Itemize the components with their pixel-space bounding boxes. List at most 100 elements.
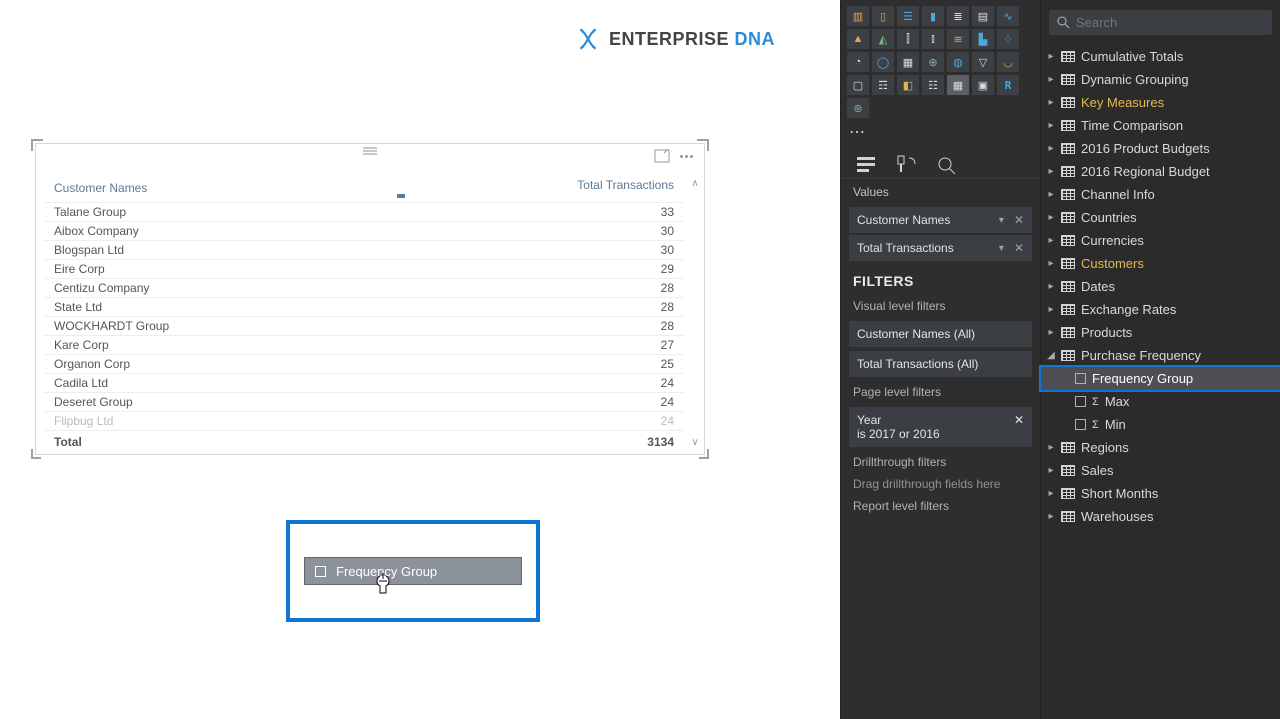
viz-pie-icon[interactable]: ◔ — [847, 52, 869, 72]
viz-stacked-column-icon[interactable]: ▯ — [872, 6, 894, 26]
viz-100-bar-icon[interactable]: ≣ — [947, 6, 969, 26]
table-item[interactable]: ◢Purchase Frequency — [1041, 344, 1280, 367]
focus-mode-icon[interactable] — [654, 149, 670, 163]
scrollbar[interactable]: ∧ ∨ — [688, 178, 702, 448]
table-row[interactable]: Kare Corp27 — [44, 336, 684, 355]
chevron-right-icon[interactable]: ▸ — [1047, 212, 1055, 223]
viz-scatter-icon[interactable]: ⁘ — [997, 29, 1019, 49]
viz-arcgis-icon[interactable]: ⊛ — [847, 98, 869, 118]
viz-gauge-icon[interactable]: ◡ — [997, 52, 1019, 72]
format-tab-icon[interactable] — [895, 154, 917, 174]
column-header[interactable]: Total Transactions — [387, 174, 684, 203]
chevron-right-icon[interactable]: ▸ — [1047, 235, 1055, 246]
column-header[interactable]: Customer Names — [44, 174, 387, 203]
drag-handle-icon[interactable] — [363, 147, 377, 155]
chevron-right-icon[interactable]: ▸ — [1047, 465, 1055, 476]
drillthrough-placeholder[interactable]: Drag drillthrough fields here — [841, 473, 1040, 495]
table-item[interactable]: ▸Dates — [1041, 275, 1280, 298]
viz-line-icon[interactable]: ∿ — [997, 6, 1019, 26]
table-row[interactable]: State Ltd28 — [44, 298, 684, 317]
viz-more-icon[interactable]: ⋯ — [841, 118, 1040, 146]
table-item[interactable]: ▸Regions — [1041, 436, 1280, 459]
table-row[interactable]: Cadila Ltd24 — [44, 374, 684, 393]
fields-tab-icon[interactable] — [855, 154, 877, 174]
viz-multirow-card-icon[interactable]: ☶ — [872, 75, 894, 95]
viz-matrix-icon[interactable]: ▣ — [972, 75, 994, 95]
table-item[interactable]: ▸Products — [1041, 321, 1280, 344]
checkbox-icon[interactable] — [1075, 373, 1086, 384]
viz-100-column-icon[interactable]: ▤ — [972, 6, 994, 26]
table-item[interactable]: ▸Key Measures — [1041, 91, 1280, 114]
viz-funnel-icon[interactable]: ▽ — [972, 52, 994, 72]
viz-map-icon[interactable]: ⊕ — [922, 52, 944, 72]
chevron-right-icon[interactable]: ▸ — [1047, 166, 1055, 177]
checkbox-icon[interactable] — [1075, 396, 1086, 407]
table-item[interactable]: ▸Dynamic Grouping — [1041, 68, 1280, 91]
chevron-right-icon[interactable]: ▸ — [1047, 143, 1055, 154]
table-row[interactable]: Flipbug Ltd24 — [44, 412, 684, 431]
viz-table-icon[interactable]: ▦ — [947, 75, 969, 95]
field-item[interactable]: ΣMax — [1041, 390, 1280, 413]
table-item[interactable]: ▸Countries — [1041, 206, 1280, 229]
filter-chip[interactable]: Total Transactions (All) — [849, 351, 1032, 377]
viz-card-icon[interactable]: ▢ — [847, 75, 869, 95]
table-item[interactable]: ▸Currencies — [1041, 229, 1280, 252]
viz-kpi-icon[interactable]: ◧ — [897, 75, 919, 95]
chevron-right-icon[interactable]: ▸ — [1047, 511, 1055, 522]
table-visual[interactable]: Customer Names Total Transactions Talane… — [35, 143, 705, 455]
table-item[interactable]: ▸Short Months — [1041, 482, 1280, 505]
viz-clustered-column-icon[interactable]: ▮ — [922, 6, 944, 26]
chevron-right-icon[interactable]: ▸ — [1047, 258, 1055, 269]
viz-slicer-icon[interactable]: ☷ — [922, 75, 944, 95]
report-canvas[interactable]: ENTERPRISE DNA Customer Names Total Tran… — [0, 0, 840, 719]
table-row[interactable]: Blogspan Ltd30 — [44, 241, 684, 260]
chevron-right-icon[interactable]: ▸ — [1047, 327, 1055, 338]
viz-donut-icon[interactable]: ◯ — [872, 52, 894, 72]
viz-r-icon[interactable]: R — [997, 75, 1019, 95]
viz-line-column-icon[interactable]: ⫿ — [897, 29, 919, 49]
table-item[interactable]: ▸Customers — [1041, 252, 1280, 275]
chevron-right-icon[interactable]: ▸ — [1047, 120, 1055, 131]
field-item[interactable]: Frequency Group — [1041, 367, 1280, 390]
more-options-icon[interactable] — [680, 149, 696, 163]
viz-filled-map-icon[interactable]: ◍ — [947, 52, 969, 72]
filter-chip[interactable]: Customer Names (All) — [849, 321, 1032, 347]
page-filter-chip[interactable]: Yearis 2017 or 2016 ✕ — [849, 407, 1032, 447]
viz-treemap-icon[interactable]: ▦ — [897, 52, 919, 72]
scroll-down-icon[interactable]: ∨ — [691, 437, 698, 448]
table-item[interactable]: ▸Warehouses — [1041, 505, 1280, 528]
chevron-right-icon[interactable]: ▸ — [1047, 189, 1055, 200]
viz-waterfall-icon[interactable]: ▙ — [972, 29, 994, 49]
table-row[interactable]: Talane Group33 — [44, 203, 684, 222]
scroll-up-icon[interactable]: ∧ — [691, 178, 698, 189]
chevron-right-icon[interactable]: ▸ — [1047, 74, 1055, 85]
table-row[interactable]: Deseret Group24 — [44, 393, 684, 412]
viz-stacked-area-icon[interactable]: ◭ — [872, 29, 894, 49]
field-item[interactable]: ΣMin — [1041, 413, 1280, 436]
chevron-right-icon[interactable]: ▸ — [1047, 488, 1055, 499]
table-item[interactable]: ▸Exchange Rates — [1041, 298, 1280, 321]
chevron-right-icon[interactable]: ▸ — [1047, 51, 1055, 62]
table-row[interactable]: Centizu Company28 — [44, 279, 684, 298]
viz-clustered-bar-icon[interactable]: ☰ — [897, 6, 919, 26]
chevron-right-icon[interactable]: ▸ — [1047, 442, 1055, 453]
search-input[interactable] — [1049, 10, 1272, 35]
close-icon[interactable]: ✕ — [1008, 213, 1024, 227]
close-icon[interactable]: ✕ — [1014, 413, 1024, 441]
table-row[interactable]: WOCKHARDT Group28 — [44, 317, 684, 336]
viz-line-clustered-icon[interactable]: ⫾ — [922, 29, 944, 49]
table-item[interactable]: ▸2016 Product Budgets — [1041, 137, 1280, 160]
chevron-right-icon[interactable]: ▸ — [1047, 97, 1055, 108]
table-row[interactable]: Organon Corp25 — [44, 355, 684, 374]
chevron-right-icon[interactable]: ▸ — [1047, 304, 1055, 315]
table-row[interactable]: Eire Corp29 — [44, 260, 684, 279]
value-well[interactable]: Total Transactions▾✕ — [849, 235, 1032, 261]
checkbox-icon[interactable] — [1075, 419, 1086, 430]
chevron-down-icon[interactable]: ◢ — [1047, 350, 1055, 361]
table-row[interactable]: Aibox Company30 — [44, 222, 684, 241]
table-item[interactable]: ▸Cumulative Totals — [1041, 45, 1280, 68]
viz-ribbon-icon[interactable]: ≋ — [947, 29, 969, 49]
table-item[interactable]: ▸Channel Info — [1041, 183, 1280, 206]
chevron-right-icon[interactable]: ▸ — [1047, 281, 1055, 292]
value-well[interactable]: Customer Names▾✕ — [849, 207, 1032, 233]
